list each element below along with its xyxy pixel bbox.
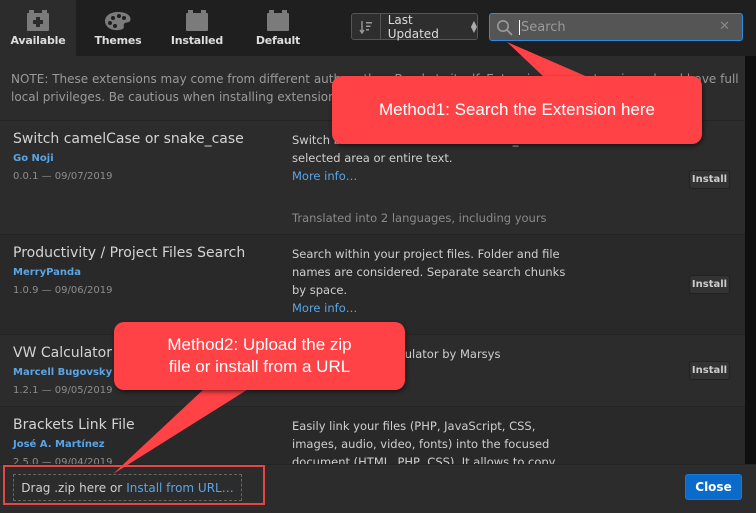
- method2-callout: Method2: Upload the zip file or install …: [114, 322, 405, 390]
- callout1-pointer: [507, 42, 590, 78]
- callout2-pointer: [113, 388, 250, 474]
- method2-text-line1: Method2: Upload the zip: [167, 335, 352, 354]
- method1-callout: Method1: Search the Extension here: [332, 76, 702, 144]
- method2-text-line2: file or install from a URL: [168, 357, 351, 376]
- method1-text: Method1: Search the Extension here: [379, 100, 655, 119]
